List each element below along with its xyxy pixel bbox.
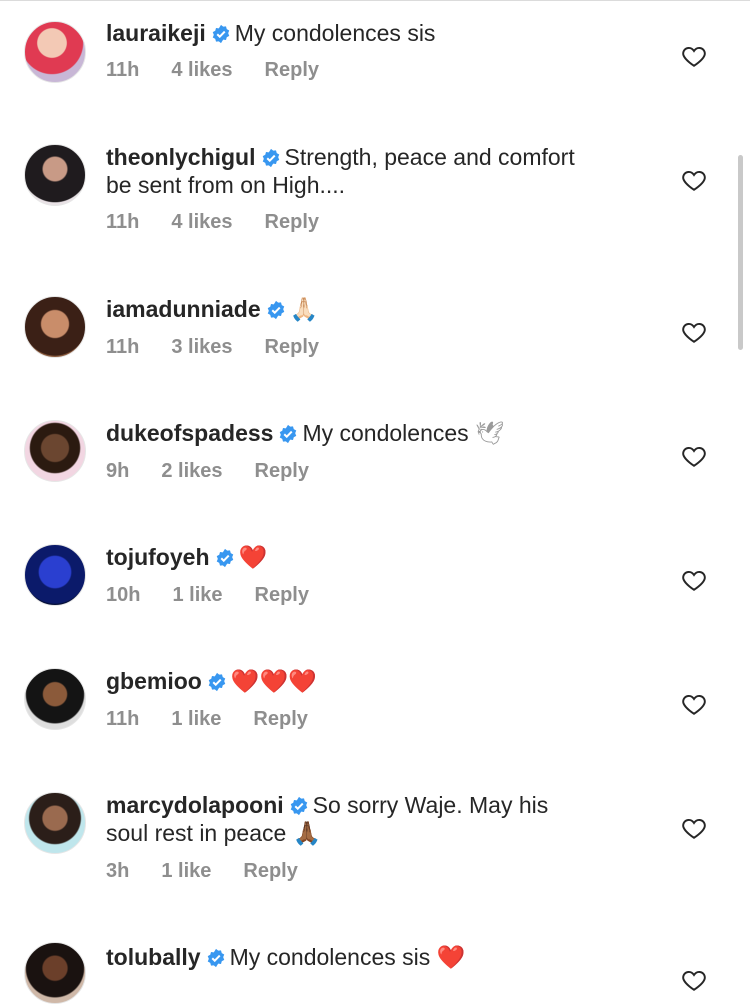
heart-outline-icon[interactable] [681, 691, 707, 717]
heart-outline-icon[interactable] [681, 43, 707, 69]
comment-username[interactable]: gbemioo [106, 668, 202, 694]
comment-text: My condolences [302, 420, 469, 446]
verified-badge-icon [262, 148, 279, 168]
avatar[interactable] [24, 942, 86, 1004]
comment-likes[interactable]: 1 like [161, 860, 211, 882]
avatar[interactable] [24, 668, 86, 730]
comment-text-continued: be sent from on High.... [106, 172, 346, 198]
comment-username[interactable]: dukeofspadess [106, 420, 273, 446]
comment-likes[interactable]: 1 like [172, 584, 222, 606]
heart-outline-icon[interactable] [681, 815, 707, 841]
comment-username[interactable]: tojufoyeh [106, 544, 210, 570]
heart-outline-icon[interactable] [681, 967, 707, 993]
comment-likes[interactable]: 4 likes [171, 59, 232, 81]
comment-text: So sorry Waje. May his [312, 792, 549, 818]
scrollbar[interactable] [738, 155, 743, 350]
verified-badge-icon [280, 424, 297, 444]
comment-time: 10h [106, 584, 141, 606]
verified-badge-icon [208, 672, 226, 692]
red-heart-emoji: ❤️ [436, 945, 466, 971]
comment-username[interactable]: tolubally [106, 944, 201, 970]
comment-username[interactable]: lauraikeji [106, 20, 206, 46]
red-hearts-emoji: ❤️❤️❤️ [230, 669, 317, 695]
reply-button[interactable]: Reply [265, 336, 319, 358]
verified-badge-icon [212, 24, 229, 44]
comment-username[interactable]: iamadunniade [106, 296, 261, 322]
comment-likes[interactable]: 1 like [171, 708, 221, 730]
avatar[interactable] [24, 420, 86, 482]
comment-time: 3h [106, 860, 130, 882]
verified-badge-icon [267, 300, 284, 320]
comment-likes[interactable]: 3 likes [171, 336, 232, 358]
comment-time: 11h [106, 336, 140, 358]
comment-text: Strength, peace and comfort [284, 144, 575, 170]
heart-outline-icon[interactable] [681, 567, 707, 593]
praying-hands-emoji: 🙏🏻 [289, 297, 319, 323]
comment-time: 11h [106, 708, 140, 730]
reply-button[interactable]: Reply [265, 211, 319, 233]
heart-outline-icon[interactable] [681, 319, 707, 345]
reply-button[interactable]: Reply [255, 584, 309, 606]
dove-emoji: 🕊 [475, 421, 505, 447]
comment-likes[interactable]: 2 likes [161, 460, 222, 482]
comment-text-continued: soul rest in peace [106, 820, 287, 846]
top-divider [0, 0, 750, 1]
reply-button[interactable]: Reply [265, 59, 319, 81]
avatar[interactable] [24, 144, 86, 206]
comment-username[interactable]: marcydolapooni [106, 792, 284, 818]
heart-outline-icon[interactable] [681, 443, 707, 469]
comment-text: My condolences sis [229, 944, 431, 970]
reply-button[interactable]: Reply [243, 860, 297, 882]
comment-likes[interactable]: 4 likes [171, 211, 232, 233]
verified-badge-icon [207, 948, 224, 968]
comment-time: 11h [106, 59, 140, 81]
comment-username[interactable]: theonlychigul [106, 144, 256, 170]
verified-badge-icon [290, 796, 307, 816]
comment-time: 9h [106, 460, 130, 482]
heart-outline-icon[interactable] [681, 167, 707, 193]
avatar[interactable] [24, 296, 86, 358]
reply-button[interactable]: Reply [255, 460, 309, 482]
red-heart-emoji: ❤️ [238, 545, 268, 571]
avatar[interactable] [24, 544, 86, 606]
avatar[interactable] [24, 792, 86, 854]
praying-hands-emoji: 🙏🏾 [292, 821, 322, 847]
comment-text: My condolences sis [234, 20, 436, 46]
comment-time: 11h [106, 211, 140, 233]
verified-badge-icon [216, 548, 233, 568]
avatar[interactable] [24, 21, 86, 83]
reply-button[interactable]: Reply [253, 708, 307, 730]
